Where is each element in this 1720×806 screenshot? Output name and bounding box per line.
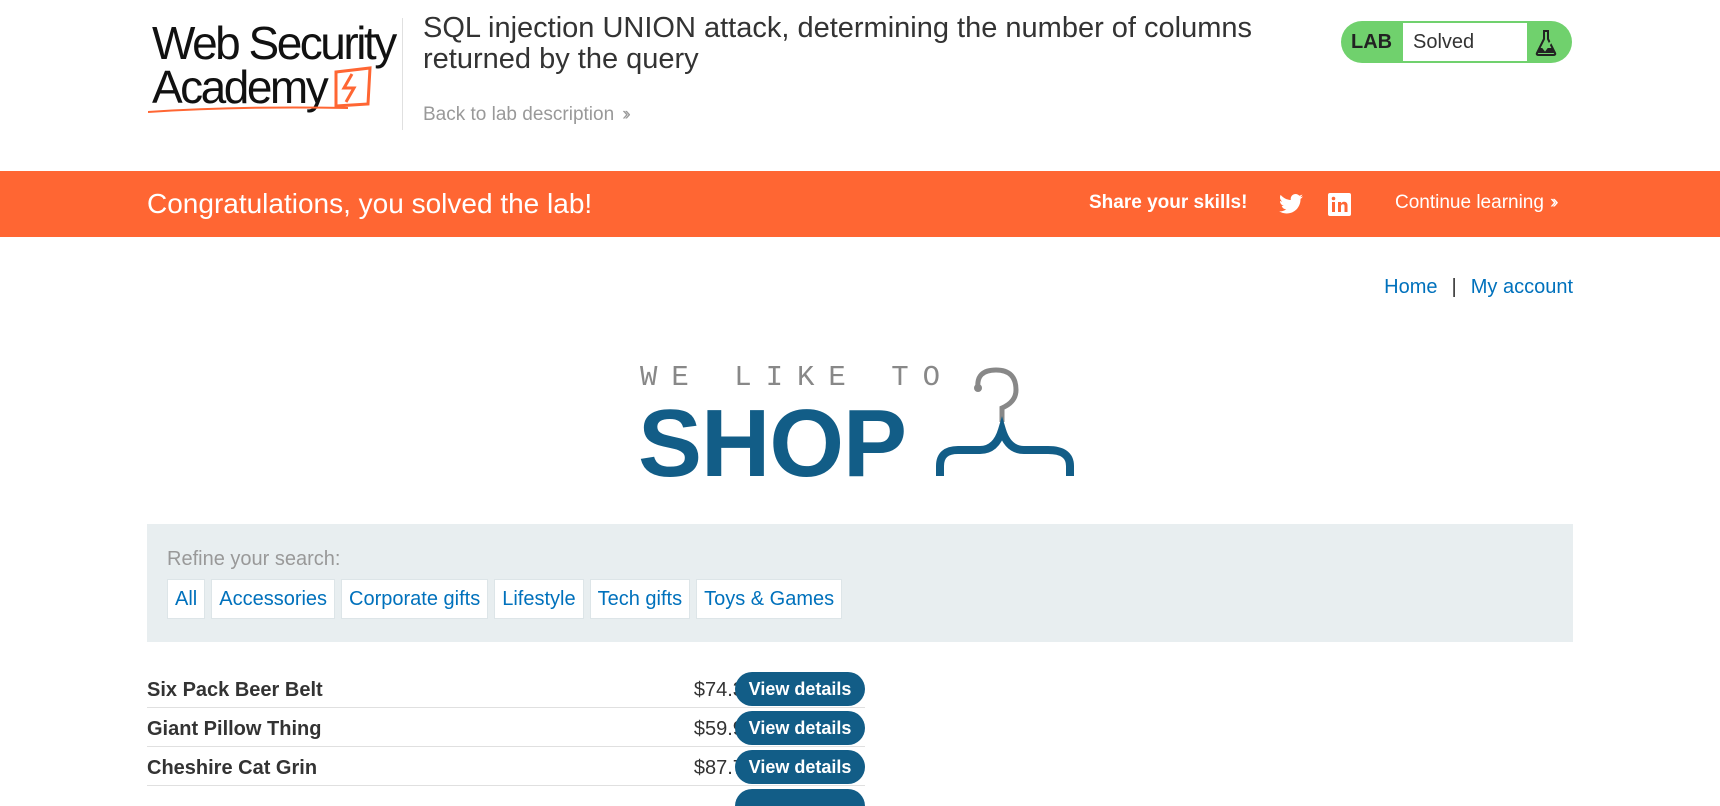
twitter-icon[interactable] — [1279, 194, 1303, 214]
filter-accessories[interactable]: Accessories — [211, 579, 336, 619]
filter-corporate-gifts[interactable]: Corporate gifts — [341, 579, 489, 619]
linkedin-icon[interactable] — [1328, 193, 1351, 216]
flask-icon — [1535, 30, 1557, 56]
chevron-right-icon: ›› — [622, 104, 630, 125]
product-name: Giant Pillow Thing — [147, 718, 322, 740]
my-account-link[interactable]: My account — [1471, 276, 1573, 299]
table-row: Cheshire Cat Grin $87.74 View details — [147, 747, 865, 786]
product-name: Six Pack Beer Belt — [147, 679, 323, 701]
nav-separator: | — [1451, 276, 1457, 298]
table-row: Giant Pillow Thing $59.91 View details — [147, 708, 865, 747]
filter-all[interactable]: All — [167, 579, 206, 619]
home-link[interactable]: Home — [1384, 276, 1437, 299]
logo-underline-icon — [148, 106, 349, 113]
filter-toys-games[interactable]: Toys & Games — [696, 579, 843, 619]
shop-word: SHOP — [638, 390, 907, 497]
filter-lifestyle[interactable]: Lifestyle — [494, 579, 584, 619]
search-filters: Refine your search: All Accessories Corp… — [147, 524, 1573, 642]
product-name: Cheshire Cat Grin — [147, 757, 318, 779]
hanger-icon — [936, 367, 1074, 476]
lab-header: Web Security Academy SQL injection UNION… — [0, 0, 1720, 171]
continue-learning-link[interactable]: Continue learning ›› — [1395, 192, 1558, 214]
view-details-button[interactable]: View details — [735, 750, 865, 784]
share-skills-label: Share your skills! — [1089, 192, 1248, 213]
back-link-label: Back to lab description — [423, 104, 615, 125]
lab-badge-label: LAB — [1351, 31, 1393, 53]
view-details-button[interactable]: View details — [735, 672, 865, 706]
back-to-lab-description-link[interactable]: Back to lab description ›› — [423, 104, 631, 126]
header-divider — [402, 18, 403, 130]
chevron-right-icon: ›› — [1549, 192, 1558, 213]
web-security-academy-logo[interactable]: Web Security Academy — [146, 17, 400, 113]
page: Web Security Academy SQL injection UNION… — [0, 0, 1720, 806]
lab-badge-status: Solved — [1403, 23, 1527, 61]
shop-logo: WE LIKE TO SHOP — [638, 358, 1080, 494]
table-row — [147, 786, 865, 806]
product-list: Six Pack Beer Belt $74.36 View details G… — [147, 669, 865, 806]
filter-list: All Accessories Corporate gifts Lifestyl… — [167, 579, 843, 619]
view-details-button[interactable]: View details — [735, 711, 865, 745]
continue-learning-label: Continue learning — [1395, 192, 1544, 213]
top-nav: Home | My account — [1384, 276, 1573, 299]
solved-message: Congratulations, you solved the lab! — [147, 188, 593, 219]
solved-notification-banner: Congratulations, you solved the lab! Sha… — [0, 171, 1720, 237]
logo-line-1: Web Security — [152, 17, 397, 69]
filter-tech-gifts[interactable]: Tech gifts — [589, 579, 691, 619]
lab-title: SQL injection UNION attack, determining … — [423, 12, 1253, 75]
table-row: Six Pack Beer Belt $74.36 View details — [147, 669, 865, 708]
refine-search-label: Refine your search: — [167, 548, 341, 570]
